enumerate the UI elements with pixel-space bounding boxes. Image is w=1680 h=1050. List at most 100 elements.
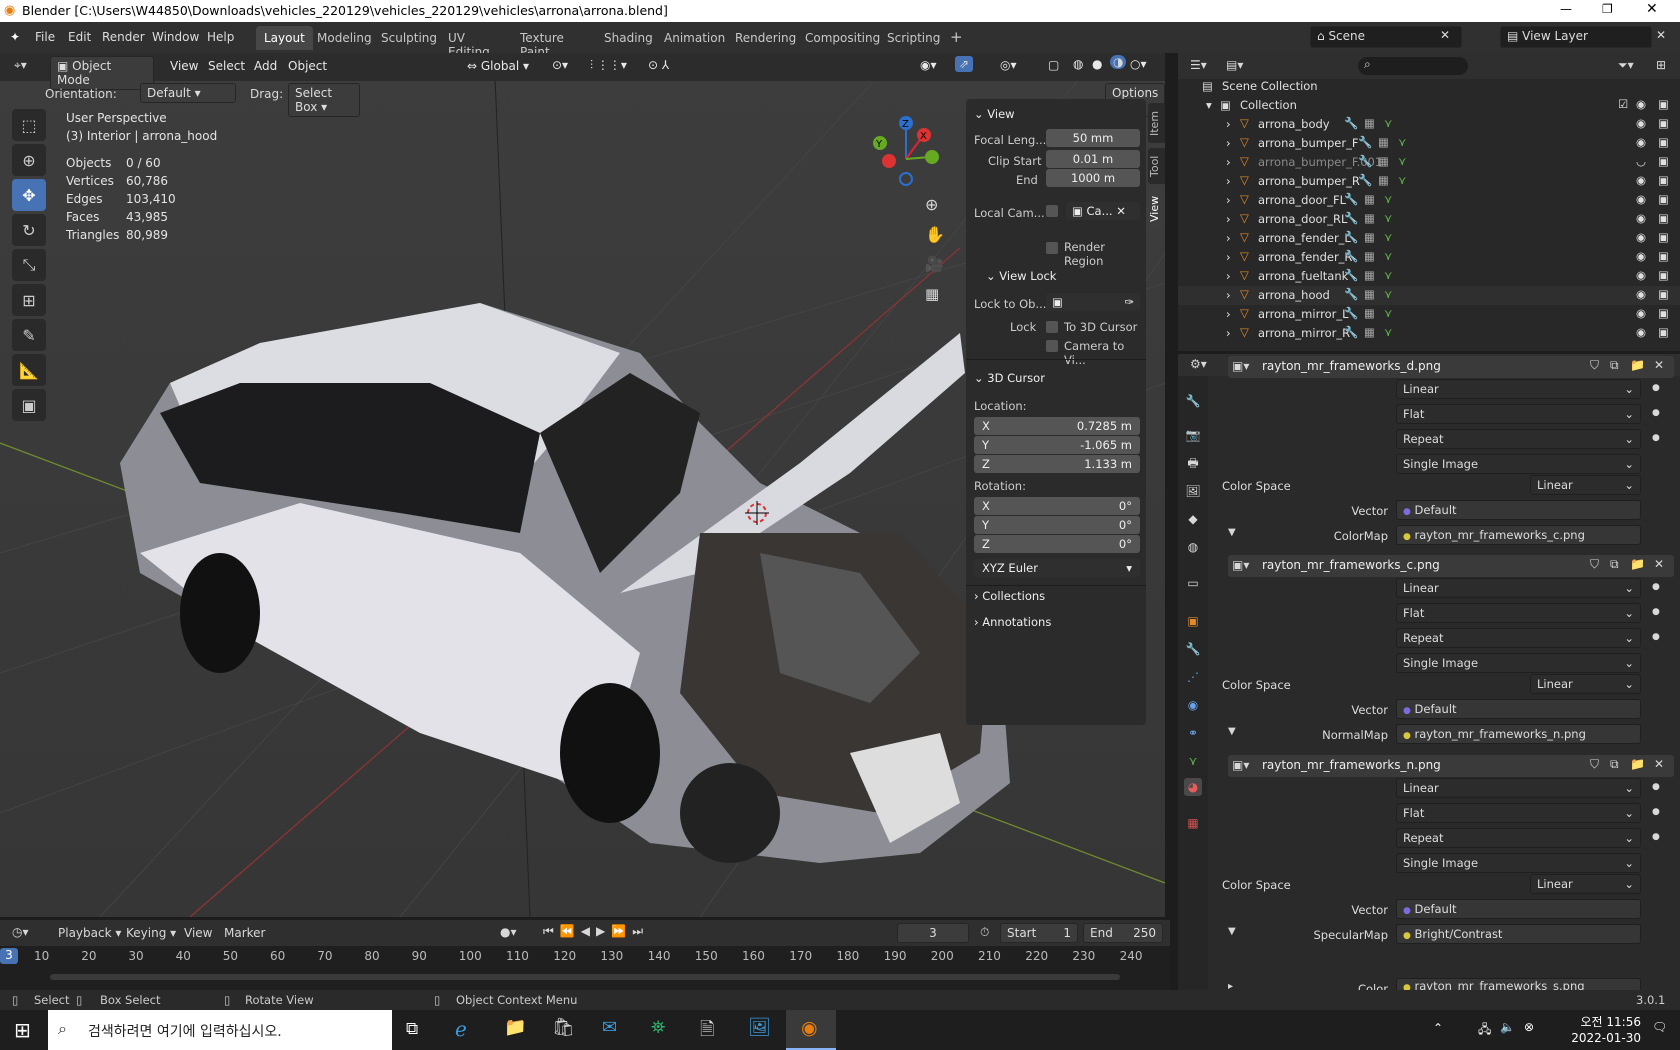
add-workspace-icon[interactable]: + bbox=[942, 26, 971, 50]
outliner-item[interactable]: › ▽ arrona_door_FL 🔧 ▦ ⋎ ◉ ▣ bbox=[1178, 191, 1680, 210]
collapse-icon[interactable]: ▼ bbox=[1228, 527, 1236, 538]
outliner-item[interactable]: › ▽ arrona_mirror_R 🔧 ▦ ⋎ ◉ ▣ bbox=[1178, 324, 1680, 343]
expand-icon[interactable]: ▾ bbox=[1206, 98, 1212, 112]
properties-editor-icon[interactable]: ⚙▾ bbox=[1190, 357, 1207, 371]
particles-properties-icon[interactable]: ⋰ bbox=[1184, 668, 1202, 686]
eye-icon[interactable]: ◉ bbox=[1636, 192, 1646, 206]
view-lock-header[interactable]: ⌄ View Lock bbox=[986, 269, 1056, 283]
eye-icon[interactable]: ◉ bbox=[1636, 306, 1646, 320]
restore-icon[interactable]: ❐ bbox=[1602, 2, 1613, 16]
image-src-dropdown[interactable]: Single Image ⌄ bbox=[1396, 454, 1641, 474]
eye-icon[interactable]: ◉ bbox=[1636, 116, 1646, 130]
muted-icon[interactable]: ⊗ bbox=[1524, 1020, 1534, 1034]
file-explorer-icon[interactable]: 📁 bbox=[504, 1017, 526, 1038]
camera-view-icon[interactable]: 🎥 bbox=[925, 255, 944, 273]
view-layer-selector[interactable]: ▤ View Layer bbox=[1500, 26, 1652, 48]
network-icon[interactable]: 🖧 bbox=[1478, 1020, 1491, 1041]
notification-icon[interactable]: 🗨 bbox=[1652, 1020, 1667, 1034]
camera-icon[interactable]: ▣ bbox=[1658, 116, 1669, 130]
local-camera-checkbox[interactable] bbox=[1046, 205, 1058, 217]
outliner-item[interactable]: › ▽ arrona_mirror_L 🔧 ▦ ⋎ ◉ ▣ bbox=[1178, 305, 1680, 324]
tab-animation[interactable]: Animation bbox=[656, 26, 733, 50]
outliner-item[interactable]: › ▽ arrona_fender_R 🔧 ▦ ⋎ ◉ ▣ bbox=[1178, 248, 1680, 267]
taskbar-time[interactable]: 오전 11:56 bbox=[1555, 1013, 1641, 1030]
eye-icon[interactable]: ◉ bbox=[1636, 325, 1646, 339]
tab-scripting[interactable]: Scripting bbox=[879, 26, 948, 50]
transform-orientation[interactable]: ⇔ Global ▾ bbox=[467, 59, 529, 73]
image-name[interactable]: rayton_mr_frameworks_c.png bbox=[1262, 558, 1440, 572]
minimize-icon[interactable]: — bbox=[1560, 2, 1572, 16]
expand-icon[interactable]: › bbox=[1226, 212, 1231, 226]
color-space-dropdown[interactable]: Linear ⌄ bbox=[1530, 475, 1641, 495]
texture-properties-icon[interactable]: ▦ bbox=[1184, 814, 1202, 832]
tab-layout[interactable]: Layout bbox=[256, 26, 313, 50]
duplicate-icon[interactable]: ⧉ bbox=[1610, 757, 1619, 772]
expand-icon[interactable]: › bbox=[1226, 136, 1231, 150]
tab-uv-editing[interactable]: UV Editing bbox=[440, 26, 498, 59]
view-layer-properties-icon[interactable]: 🖼 bbox=[1184, 482, 1202, 500]
collections-header[interactable]: › Collections bbox=[974, 589, 1045, 603]
task-view-icon[interactable]: ⧉ bbox=[406, 1019, 418, 1039]
play-reverse-icon[interactable]: ◀ bbox=[581, 924, 596, 938]
eye-icon[interactable]: ◉ bbox=[1636, 173, 1646, 187]
cursor-z-field[interactable]: Z 1.133 m bbox=[974, 455, 1140, 473]
open-folder-icon[interactable]: 📁 bbox=[1630, 358, 1645, 372]
expand-icon[interactable]: › bbox=[1226, 155, 1231, 169]
vector-socket-field[interactable]: ● Default bbox=[1396, 699, 1641, 719]
prev-keyframe-icon[interactable]: ⏪ bbox=[560, 924, 581, 938]
expand-icon[interactable]: › bbox=[1226, 193, 1231, 207]
shading-solid-icon[interactable]: ● bbox=[1092, 57, 1102, 71]
image-proj-dropdown[interactable]: Flat ⌄ bbox=[1396, 803, 1641, 823]
menu-render[interactable]: Render bbox=[102, 30, 145, 44]
image-proj-dropdown[interactable]: Flat ⌄ bbox=[1396, 404, 1641, 424]
unlink-icon[interactable]: ✕ bbox=[1654, 358, 1664, 372]
rotation-z-field[interactable]: Z 0° bbox=[974, 535, 1140, 553]
menu-view[interactable]: View bbox=[170, 59, 198, 73]
image-name[interactable]: rayton_mr_frameworks_n.png bbox=[1262, 758, 1441, 772]
checkbox-icon[interactable]: ☑ bbox=[1618, 97, 1628, 111]
outliner-item[interactable]: › ▽ arrona_body 🔧 ▦ ⋎ ◉ ▣ bbox=[1178, 115, 1680, 134]
expand-icon[interactable]: › bbox=[1226, 117, 1231, 131]
3d-viewport[interactable]: ⌖▾ ▣ Object Mode View Select Add Object … bbox=[0, 53, 1165, 917]
linked-node-field[interactable]: ● Bright/Contrast bbox=[1396, 924, 1641, 944]
clip-end-field[interactable]: 1000 m bbox=[1046, 169, 1140, 187]
current-frame-field[interactable]: 3 bbox=[897, 923, 969, 943]
play-icon[interactable]: ▶ bbox=[596, 924, 611, 938]
image-icon[interactable]: ▣▾ bbox=[1232, 359, 1249, 373]
modifier-properties-icon[interactable]: 🔧 bbox=[1184, 640, 1202, 658]
rotate-tool-icon[interactable]: ↻ bbox=[12, 214, 46, 246]
filter-icon[interactable]: ⏷▾ bbox=[1618, 58, 1634, 73]
collapse-icon[interactable]: ▼ bbox=[1228, 926, 1236, 937]
timeline-scrollbar[interactable] bbox=[50, 974, 1120, 980]
orientation-dropdown[interactable]: Default ▾ bbox=[140, 83, 236, 103]
image-src-dropdown[interactable]: Single Image ⌄ bbox=[1396, 853, 1641, 873]
navigation-gizmo[interactable]: Z X Y bbox=[860, 113, 950, 193]
playhead[interactable]: 3 bbox=[0, 948, 18, 964]
timeline-editor-icon[interactable]: ◷▾ bbox=[12, 925, 29, 939]
annotations-header[interactable]: › Annotations bbox=[974, 615, 1051, 629]
image-ext-dropdown[interactable]: Repeat ⌄ bbox=[1396, 828, 1641, 848]
cursor-y-field[interactable]: Y -1.065 m bbox=[974, 436, 1140, 454]
image-interp-dropdown[interactable]: Linear ⌄ bbox=[1396, 379, 1641, 399]
unlink-icon[interactable]: ✕ bbox=[1654, 557, 1664, 571]
expand-icon[interactable]: › bbox=[1226, 174, 1231, 188]
shading-rendered-icon[interactable]: ○▾ bbox=[1130, 57, 1147, 71]
tab-texture-paint[interactable]: Texture Paint bbox=[512, 26, 572, 59]
rotation-x-field[interactable]: X 0° bbox=[974, 497, 1140, 515]
expand-icon[interactable]: › bbox=[1226, 231, 1231, 245]
shading-wireframe-icon[interactable]: ◍ bbox=[1073, 57, 1083, 71]
eye-icon[interactable]: ◉ bbox=[1636, 135, 1646, 149]
camera-icon[interactable]: ▣ bbox=[1658, 211, 1669, 225]
image-ext-dropdown[interactable]: Repeat ⌄ bbox=[1396, 429, 1641, 449]
3d-cursor-header[interactable]: ⌄ 3D Cursor bbox=[974, 371, 1045, 385]
lock-cursor-checkbox[interactable] bbox=[1046, 321, 1058, 333]
color-space-dropdown[interactable]: Linear ⌄ bbox=[1530, 874, 1641, 894]
outliner-item[interactable]: › ▽ arrona_bumper_R 🔧 ▦ ⋎ ◉ ▣ bbox=[1178, 172, 1680, 191]
camera-icon[interactable]: ▣ bbox=[1658, 97, 1669, 111]
camera-to-view-checkbox[interactable] bbox=[1046, 340, 1058, 352]
drag-dropdown[interactable]: Select Box ▾ bbox=[288, 83, 360, 117]
close-view-layer-icon[interactable]: ✕ bbox=[1656, 28, 1666, 42]
proportional-edit-icon[interactable]: ⊙ ⅄ bbox=[648, 58, 669, 72]
menu-select[interactable]: Select bbox=[208, 59, 245, 73]
camera-icon[interactable]: ▣ bbox=[1658, 287, 1669, 301]
